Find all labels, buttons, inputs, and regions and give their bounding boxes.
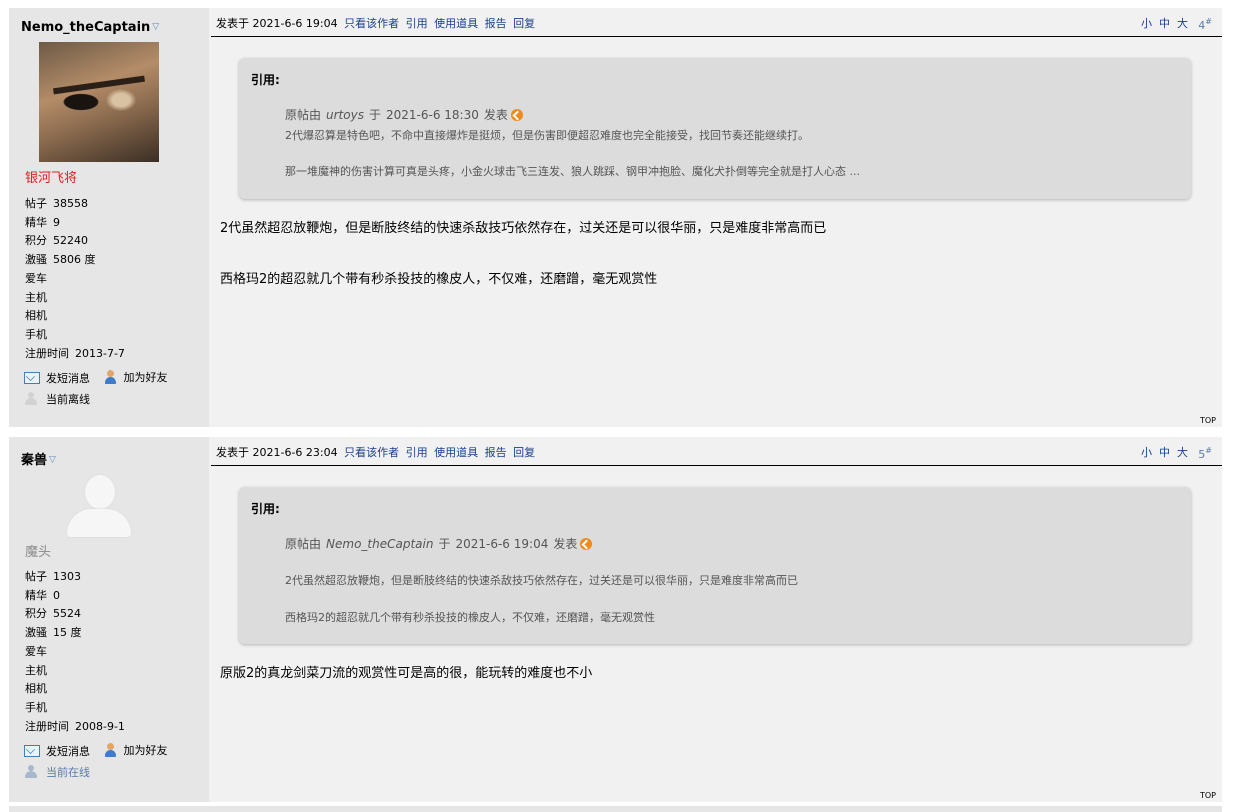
report-link[interactable]: 报告	[485, 17, 507, 30]
stat-console: 主机	[25, 663, 47, 677]
quote-block: 引用: 原帖由 Nemo_theCaptain 于 2021-6-6 19:04 发表 …	[239, 487, 1191, 644]
font-size-small[interactable]: 小	[1141, 17, 1152, 30]
font-size-large[interactable]: 大	[1177, 446, 1188, 459]
post-main: 发表于 2021-6-6 19:04 只看该作者 引用 使用道具 报告 回复 小…	[209, 8, 1222, 427]
back-to-post-icon[interactable]	[510, 108, 523, 121]
quote-author: Nemo_theCaptain	[326, 536, 434, 551]
quote-text-line: 2代虽然超忍放鞭炮，但是断肢终结的快速杀敌技巧依然存在，过关还是可以很华丽，只是…	[285, 574, 798, 587]
font-size-small[interactable]: 小	[1141, 446, 1152, 459]
avatar[interactable]	[39, 473, 159, 539]
author-sidebar: 秦兽 ▽ 魔头 帖子 1303 精华 0 积分 5524 激骚 15 度 爱车 主机 相机…	[9, 437, 209, 802]
back-to-top-link[interactable]: TOP	[1200, 791, 1216, 800]
reply-link[interactable]: 回复	[513, 446, 535, 459]
header-divider	[211, 36, 1222, 37]
report-link[interactable]: 报告	[485, 446, 507, 459]
author-sidebar: Nemo_theCaptain ▽ 银河飞将 帖子 38558 精华 9 积分 5224…	[9, 8, 209, 427]
floor-number[interactable]: 5#	[1198, 446, 1212, 461]
reply-link[interactable]: 回复	[513, 17, 535, 30]
send-message-button[interactable]: 发短消息	[24, 743, 90, 759]
add-friend-button[interactable]: 加为好友	[104, 742, 168, 758]
quote-link[interactable]: 引用	[406, 446, 428, 459]
stat-car: 爱车	[25, 644, 47, 658]
use-item-link[interactable]: 使用道具	[434, 446, 478, 459]
post-meta: 发表于 2021-6-6 19:04 只看该作者 引用 使用道具 报告 回复	[216, 15, 535, 31]
default-avatar-icon	[85, 475, 115, 509]
add-friend-button[interactable]: 加为好友	[104, 369, 168, 385]
font-size-switcher: 小中大	[1134, 444, 1188, 460]
author-actions: 发短消息 加为好友 当前在线	[24, 742, 178, 780]
stat-heat: 激骚 15 度	[25, 626, 82, 640]
stat-points: 积分 52240	[25, 234, 88, 248]
post-time: 发表于 2021-6-6 23:04	[216, 446, 338, 459]
quote-link[interactable]: 引用	[406, 17, 428, 30]
author-actions: 发短消息 加为好友 当前离线	[24, 369, 178, 407]
stat-register-date: 注册时间 2013-7-7	[25, 346, 125, 360]
user-status-icon	[24, 765, 38, 779]
post-5: 秦兽 ▽ 魔头 帖子 1303 精华 0 积分 5524 激骚 15 度 爱车 主机 相机…	[9, 437, 1222, 802]
online-status: 当前在线	[24, 764, 178, 780]
font-size-medium[interactable]: 中	[1159, 17, 1170, 30]
post-meta: 发表于 2021-6-6 23:04 只看该作者 引用 使用道具 报告 回复	[216, 444, 535, 460]
user-stats: 帖子 38558 精华 9 积分 52240 激骚 5806 度 爱车 主机 相机 手机…	[25, 195, 125, 363]
send-message-button[interactable]: 发短消息	[24, 370, 90, 386]
user-rank: 魔头	[25, 545, 52, 560]
quote-author: urtoys	[326, 107, 364, 122]
post-time: 发表于 2021-6-6 19:04	[216, 17, 338, 30]
stat-heat: 激骚 5806 度	[25, 253, 96, 267]
font-size-medium[interactable]: 中	[1159, 446, 1170, 459]
quote-text-line: 那一堆魔神的伤害计算可真是头疼，小金火球击飞三连发、狼人跳踩、钢甲冲抱脸、魔化犬…	[285, 165, 860, 178]
stat-points: 积分 5524	[25, 607, 81, 621]
stat-car: 爱车	[25, 271, 47, 285]
stat-camera: 相机	[25, 309, 47, 323]
only-author-link[interactable]: 只看该作者	[344, 17, 399, 30]
quote-text-line: 2代爆忍算是特色吧，不命中直接爆炸是挺烦，但是伤害即便超忍难度也完全能接受，找回…	[285, 129, 809, 142]
floor-number[interactable]: 4#	[1198, 17, 1212, 32]
font-size-large[interactable]: 大	[1177, 17, 1188, 30]
envelope-icon	[24, 372, 40, 384]
author-name[interactable]: Nemo_theCaptain ▽	[21, 20, 159, 35]
quote-attribution: 原帖由 Nemo_theCaptain 于 2021-6-6 19:04 发表	[285, 535, 593, 552]
only-author-link[interactable]: 只看该作者	[344, 446, 399, 459]
stat-digest: 精华 0	[25, 588, 60, 602]
quote-text-line: 西格玛2的超忍就几个带有秒杀投技的橡皮人，不仅难，还磨蹭，毫无观赏性	[285, 611, 655, 624]
stat-posts: 帖子 38558	[25, 197, 88, 210]
stat-posts: 帖子 1303	[25, 570, 81, 583]
header-divider	[211, 465, 1222, 466]
font-size-switcher: 小中大	[1134, 15, 1188, 31]
quote-attribution: 原帖由 urtoys 于 2021-6-6 18:30 发表	[285, 106, 523, 123]
stat-phone: 手机	[25, 700, 47, 714]
use-item-link[interactable]: 使用道具	[434, 17, 478, 30]
stat-register-date: 注册时间 2008-9-1	[25, 719, 125, 733]
chevron-down-icon[interactable]: ▽	[49, 455, 56, 465]
quote-header: 引用:	[251, 73, 280, 87]
online-status: 当前离线	[24, 391, 178, 407]
chevron-down-icon[interactable]: ▽	[152, 22, 159, 32]
back-to-top-link[interactable]: TOP	[1200, 416, 1216, 425]
stat-digest: 精华 9	[25, 215, 60, 229]
stat-camera: 相机	[25, 682, 47, 696]
back-to-post-icon[interactable]	[580, 537, 593, 550]
user-stats: 帖子 1303 精华 0 积分 5524 激骚 15 度 爱车 主机 相机 手机 注册时…	[25, 568, 125, 736]
next-post-edge	[9, 806, 1222, 812]
quote-block: 引用: 原帖由 urtoys 于 2021-6-6 18:30 发表 2代爆忍算是特色吧…	[239, 58, 1191, 199]
user-rank: 银河飞将	[25, 171, 78, 186]
add-friend-icon	[104, 370, 118, 384]
avatar[interactable]	[39, 42, 159, 162]
add-friend-icon	[104, 743, 118, 757]
post-body-line: 2代虽然超忍放鞭炮，但是断肢终结的快速杀敌技巧依然存在，过关还是可以很华丽，只是…	[220, 221, 827, 236]
user-status-icon	[24, 392, 38, 406]
stat-console: 主机	[25, 290, 47, 304]
author-name[interactable]: 秦兽 ▽	[21, 449, 56, 468]
stat-phone: 手机	[25, 327, 47, 341]
post-main: 发表于 2021-6-6 23:04 只看该作者 引用 使用道具 报告 回复 小…	[209, 437, 1222, 802]
post-body-line: 原版2的真龙剑菜刀流的观赏性可是高的很，能玩转的难度也不小	[220, 666, 593, 681]
post-4: Nemo_theCaptain ▽ 银河飞将 帖子 38558 精华 9 积分 5224…	[9, 8, 1222, 427]
envelope-icon	[24, 745, 40, 757]
quote-header: 引用:	[251, 502, 280, 516]
post-body-line: 西格玛2的超忍就几个带有秒杀投技的橡皮人，不仅难，还磨蹭，毫无观赏性	[220, 272, 658, 287]
